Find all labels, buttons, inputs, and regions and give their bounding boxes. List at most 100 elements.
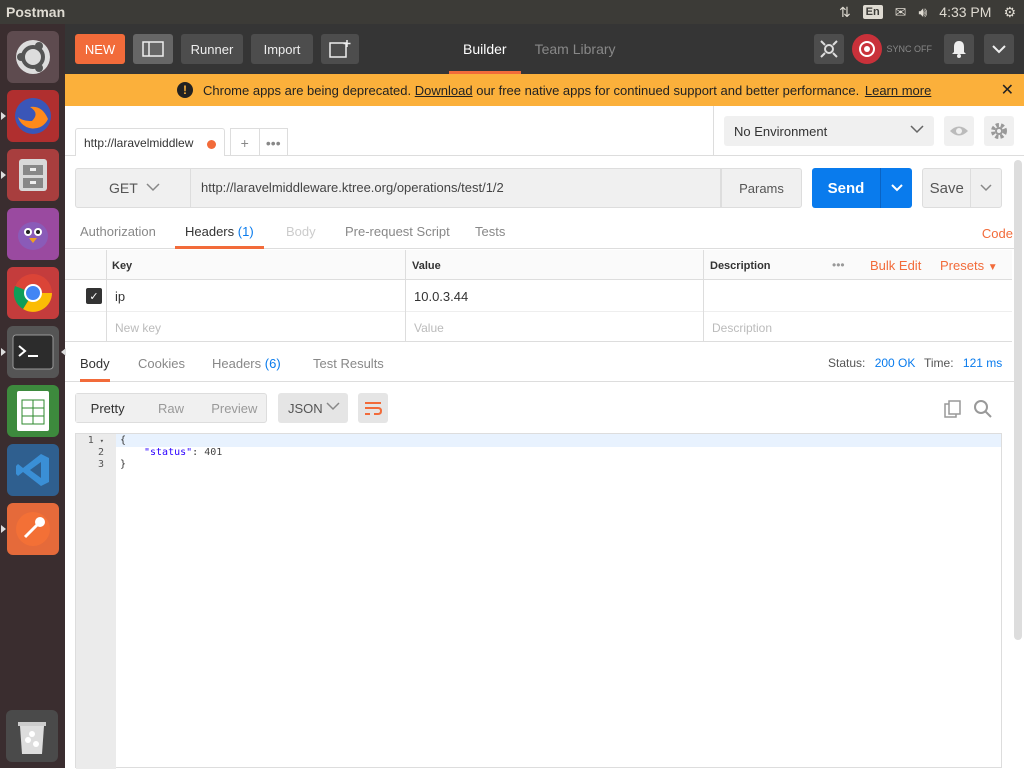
header-col-value: Value [406,250,704,280]
header-value-cell[interactable]: 10.0.3.44 [406,281,704,311]
download-link[interactable]: Download [415,83,473,98]
header-col-key: Key [106,250,406,280]
learn-more-link[interactable]: Learn more [865,83,931,98]
copy-icon[interactable] [943,399,963,422]
new-window-icon [329,40,351,58]
environment-quick-look-button[interactable] [944,116,974,146]
terminal-icon [12,334,53,370]
save-button[interactable]: Save [922,168,1002,208]
sync-status[interactable]: SYNC OFF [852,34,932,64]
tab-body[interactable]: Body [286,224,316,239]
new-key-input[interactable]: New key [107,313,405,343]
network-icon[interactable]: ⇅ [839,4,851,21]
response-toolbar: Pretty Raw Preview JSON [75,393,1005,423]
tab-team-library[interactable]: Team Library [521,24,630,74]
spreadsheet-icon [16,391,49,431]
response-tabs: Body Cookies Headers (6) Test Results St… [65,342,1015,382]
os-top-bar: Postman ⇅ En ✉ 🔊︎ 4:33 PM ⚙ [0,0,1024,24]
launcher-trash[interactable] [6,710,58,762]
col-divider [405,250,406,342]
mail-icon[interactable]: ✉ [895,4,907,21]
vscode-icon [15,454,49,486]
launcher-file-manager[interactable] [0,149,59,201]
line-gutter: 1 ▾ 2 3 [76,434,116,769]
launcher-vscode[interactable] [6,444,59,496]
line-number: 1 ▾ [87,435,104,446]
tab-tests[interactable]: Tests [475,224,505,239]
response-time: Time: 121 ms [924,356,1003,370]
system-gear-icon[interactable]: ⚙ [1003,4,1016,21]
tab-authorization[interactable]: Authorization [80,224,156,239]
tab-actions: + ••• [230,128,288,156]
firefox-icon [14,98,51,134]
format-preview[interactable]: Preview [203,394,266,422]
url-input[interactable]: http://laravelmiddleware.ktree.org/opera… [191,168,721,208]
header-key-cell[interactable]: ip [107,281,405,311]
add-tab-button[interactable]: + [231,129,259,156]
send-label[interactable]: Send [812,168,880,208]
response-tab-body[interactable]: Body [80,356,110,382]
params-button[interactable]: Params [721,168,802,208]
request-tab[interactable]: http://laravelmiddlew [75,128,225,156]
environment-select[interactable]: No Environment [724,116,934,146]
new-value-input[interactable]: Value [406,313,704,343]
format-raw[interactable]: Raw [139,394,202,422]
tab-pre-request-script[interactable]: Pre-request Script [345,224,450,239]
new-button[interactable]: NEW [75,34,125,64]
launcher-postman[interactable] [0,503,59,555]
json-value: 401 [204,447,223,458]
settings-menu-button[interactable] [984,34,1014,64]
keyboard-layout-indicator[interactable]: En [862,5,883,19]
scrollbar[interactable] [1014,160,1022,640]
volume-icon[interactable]: 🔊︎ [918,4,927,21]
line-number: 2 [97,447,104,458]
more-tabs-button[interactable]: ••• [258,129,288,156]
response-tab-headers[interactable]: Headers (6) [212,356,281,371]
clock[interactable]: 4:33 PM [939,4,991,20]
tab-builder[interactable]: Builder [449,24,521,74]
manage-environments-button[interactable] [984,116,1014,146]
launcher-terminal[interactable] [0,326,66,378]
launcher-chrome[interactable] [6,267,59,319]
new-description-input[interactable]: Description [704,313,1012,343]
tab-headers[interactable]: Headers (1) [175,224,264,249]
launcher-ubuntu-dash[interactable] [6,31,59,83]
toggle-sidebar-button[interactable] [133,34,173,64]
interceptor-button[interactable] [814,34,845,64]
language-select[interactable]: JSON [278,393,348,423]
save-dropdown-button[interactable] [970,169,1001,207]
wrap-lines-button[interactable] [358,393,388,423]
launcher-libreoffice-calc[interactable] [6,385,59,437]
chevron-down-icon [890,184,903,192]
header-description-cell[interactable] [704,281,1012,311]
col-divider [703,250,704,342]
deprecation-banner: ! Chrome apps are being deprecated. Down… [65,74,1024,106]
status-value[interactable]: 200 OK [875,356,916,370]
response-body-editor[interactable]: 1 ▾ 2 3 { "status": 401 } [75,433,1002,769]
launcher-pidgin[interactable] [6,208,59,260]
header-tabs: Builder Team Library [449,24,630,74]
import-button[interactable]: Import [251,34,313,64]
launcher-firefox[interactable] [0,90,59,142]
format-pretty[interactable]: Pretty [76,394,140,422]
close-banner-icon[interactable]: ✕ [1001,80,1014,100]
send-dropdown-button[interactable] [880,168,912,208]
presets-dropdown[interactable]: Presets ▼ [940,258,998,273]
response-tab-cookies[interactable]: Cookies [138,356,185,371]
response-tab-test-results[interactable]: Test Results [313,356,384,371]
bulk-edit-link[interactable]: Bulk Edit [870,258,921,273]
bell-icon [952,41,966,58]
time-value[interactable]: 121 ms [963,356,1002,370]
method-select[interactable]: GET [75,168,191,208]
save-label[interactable]: Save [923,169,970,207]
header-row-checkbox[interactable]: ✓ [86,288,102,304]
code-link[interactable]: Code [982,226,1013,241]
unsaved-dot[interactable] [207,140,216,149]
more-options-icon[interactable]: ••• [832,258,845,272]
sync-icon [852,34,883,64]
search-icon[interactable] [973,399,993,422]
send-button[interactable]: Send [812,168,912,208]
new-window-button[interactable] [321,34,359,64]
notifications-button[interactable] [944,34,974,64]
runner-button[interactable]: Runner [181,34,243,64]
